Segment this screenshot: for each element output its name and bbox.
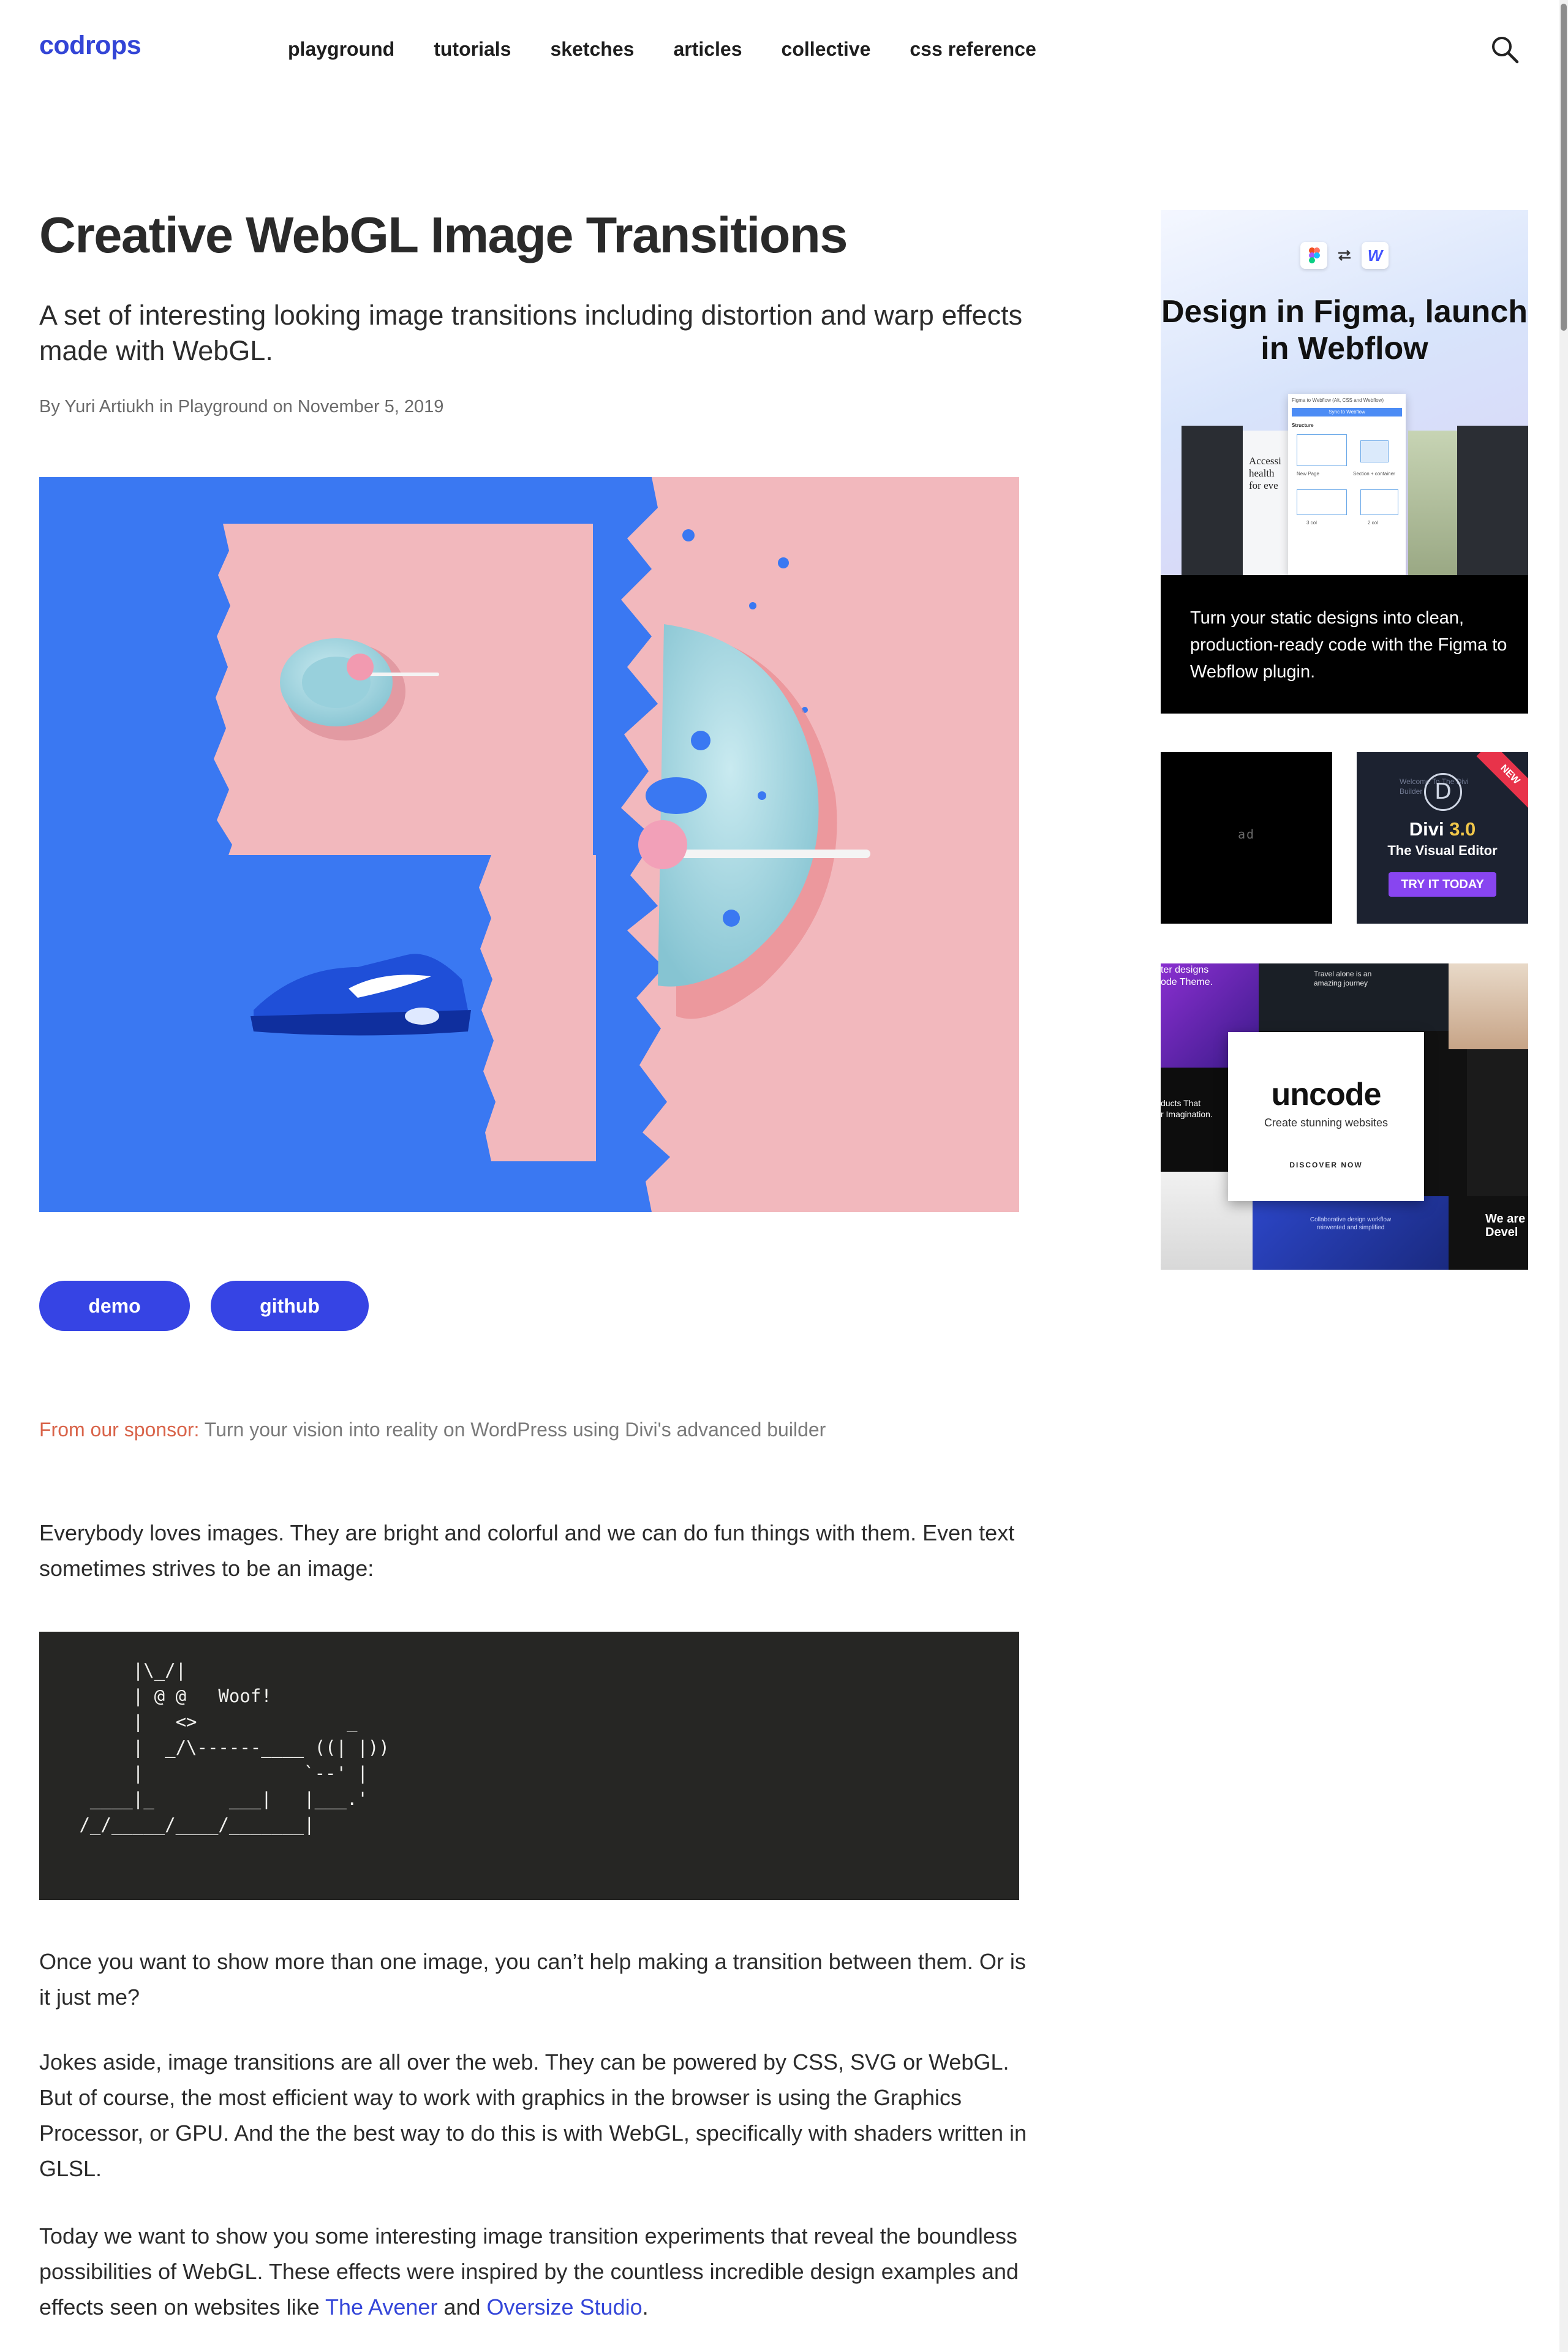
ad-mock-label-2col: 2 col — [1368, 520, 1378, 526]
scrollbar-thumb[interactable] — [1561, 4, 1567, 331]
site-logo[interactable]: codrops — [39, 31, 141, 61]
ad-figma-webflow[interactable]: W Design in Figma, launch in Webflow Acc… — [1161, 210, 1528, 714]
figma-logo-icon — [1300, 242, 1327, 269]
ad-uncode-snippet-4: ducts That — [1161, 1098, 1201, 1108]
ad-divi-brand: Divi — [1409, 818, 1444, 840]
link-oversize-studio[interactable]: Oversize Studio — [487, 2294, 643, 2320]
article-subtitle: A set of interesting looking image trans… — [39, 300, 1023, 366]
p4-text-end: . — [642, 2294, 649, 2320]
hero-image — [39, 477, 1019, 1212]
ad-divi-subtitle: The Visual Editor — [1387, 843, 1498, 858]
ad-mock-plugin-title: Figma to Webflow (Alt, CSS and Webflow) — [1292, 398, 1384, 403]
ad-divi-badge-label: NEW — [1498, 763, 1522, 786]
search-icon[interactable] — [1490, 34, 1520, 65]
ad-divi-title: Divi 3.0 — [1357, 818, 1528, 840]
ad-uncode-tile-blue — [1253, 1196, 1449, 1270]
ad-figma-webflow-visual: W Design in Figma, launch in Webflow Acc… — [1161, 210, 1528, 575]
ad-uncode-snippet-3: Travel alone is an amazing journey — [1314, 970, 1372, 987]
ad-uncode-tile-portrait — [1449, 963, 1528, 1049]
ad-mock-block — [1360, 440, 1389, 462]
ad-uncode-snippet-7: Devel — [1485, 1226, 1518, 1239]
ad-figma-body: Turn your static designs into clean, pro… — [1190, 608, 1507, 682]
ad-mock-block — [1297, 434, 1347, 466]
nav-css-reference[interactable]: css reference — [910, 38, 1036, 61]
ad-mock-block — [1360, 489, 1398, 515]
ad-uncode-snippet-1: ter designs — [1161, 965, 1209, 975]
ad-uncode-card: uncode Create stunning websites DISCOVER… — [1228, 1032, 1424, 1201]
ad-mock-label-section: Section + container — [1353, 471, 1395, 477]
paragraph-inspiration: Today we want to show you some interesti… — [39, 2218, 1031, 2325]
ad-uncode-snippet-2: ode Theme. — [1161, 977, 1213, 987]
divi-logo-icon: D — [1424, 773, 1462, 811]
ad-uncode-cta[interactable]: DISCOVER NOW — [1228, 1161, 1424, 1169]
ad-divi[interactable]: Welcome To The Divi Builder D NEW Divi 3… — [1357, 752, 1528, 924]
webflow-logo-icon: W — [1362, 242, 1389, 269]
ad-mock-sync-button: Sync to Webflow — [1292, 408, 1402, 417]
sync-arrows-icon — [1336, 247, 1353, 264]
ad-mock-right-panel — [1457, 426, 1528, 575]
demo-button[interactable]: demo — [39, 1281, 190, 1331]
ad-figma-headline: Design in Figma, launch in Webflow — [1161, 294, 1528, 366]
ad-mock-grid: New Page Section + container 3 col 2 col — [1292, 432, 1402, 537]
paragraph-intro: Everybody loves images. They are bright … — [39, 1520, 1015, 1581]
ad-mock-label-new-page: New Page — [1297, 471, 1319, 477]
article-byline: By Yuri Artiukh in Playground on Novembe… — [39, 397, 444, 417]
ad-uncode-snippet-6: We are — [1485, 1212, 1526, 1226]
sponsor-label: From our sponsor: — [39, 1419, 200, 1441]
scrollbar-track[interactable] — [1559, 0, 1568, 2352]
ad-uncode[interactable]: ter designs ode Theme. Travel alone is a… — [1161, 963, 1528, 1270]
ad-mock-structure-label: Structure — [1292, 423, 1314, 428]
ad-uncode-snippet-5: r Imagination. — [1161, 1109, 1213, 1119]
sponsor-text[interactable]: Turn your vision into reality on WordPre… — [199, 1419, 826, 1441]
ad-uncode-tagline: Create stunning websites — [1264, 1117, 1389, 1129]
ad-placeholder-label: ad — [1237, 827, 1256, 842]
p4-text-mid: and — [437, 2294, 487, 2320]
main-nav: playground tutorials sketches articles c… — [288, 38, 1076, 61]
code-block: |\_/| | @ @ Woof! | <> _ | _/\------____… — [39, 1632, 1019, 1900]
ad-mock-block — [1297, 489, 1347, 515]
paragraph-webgl: Jokes aside, image transitions are all o… — [39, 2049, 1027, 2181]
nav-tutorials[interactable]: tutorials — [434, 38, 511, 61]
ascii-art: |\_/| | @ @ Woof! | <> _ | _/\------____… — [79, 1660, 390, 1835]
ad-uncode-tile-left — [1161, 1068, 1228, 1172]
link-the-avener[interactable]: The Avener — [325, 2294, 437, 2320]
sponsor-line[interactable]: From our sponsor: Turn your vision into … — [39, 1419, 826, 1441]
nav-playground[interactable]: playground — [288, 38, 394, 61]
ad-uncode-tile-right — [1467, 1049, 1528, 1196]
ad-mock-label-3col: 3 col — [1306, 520, 1317, 526]
nav-articles[interactable]: articles — [673, 38, 742, 61]
github-button[interactable]: github — [211, 1281, 369, 1331]
ad-mock-photo — [1408, 431, 1457, 575]
ad-placeholder[interactable]: ad — [1161, 752, 1332, 924]
nav-collective[interactable]: collective — [782, 38, 871, 61]
ad-divi-cta[interactable]: TRY IT TODAY — [1389, 872, 1496, 897]
ad-uncode-brand: uncode — [1271, 1077, 1382, 1112]
nav-sketches[interactable]: sketches — [550, 38, 634, 61]
page-title: Creative WebGL Image Transitions — [39, 206, 848, 263]
ad-uncode-snippet-8: Collaborative design workflow reinvented… — [1310, 1216, 1392, 1231]
ad-mock-left-panel — [1182, 426, 1243, 575]
ad-mock-plugin-window: Figma to Webflow (Alt, CSS and Webflow) … — [1288, 394, 1406, 575]
paragraph-transition: Once you want to show more than one imag… — [39, 1949, 1026, 2010]
ad-divi-version: 3.0 — [1449, 818, 1476, 840]
